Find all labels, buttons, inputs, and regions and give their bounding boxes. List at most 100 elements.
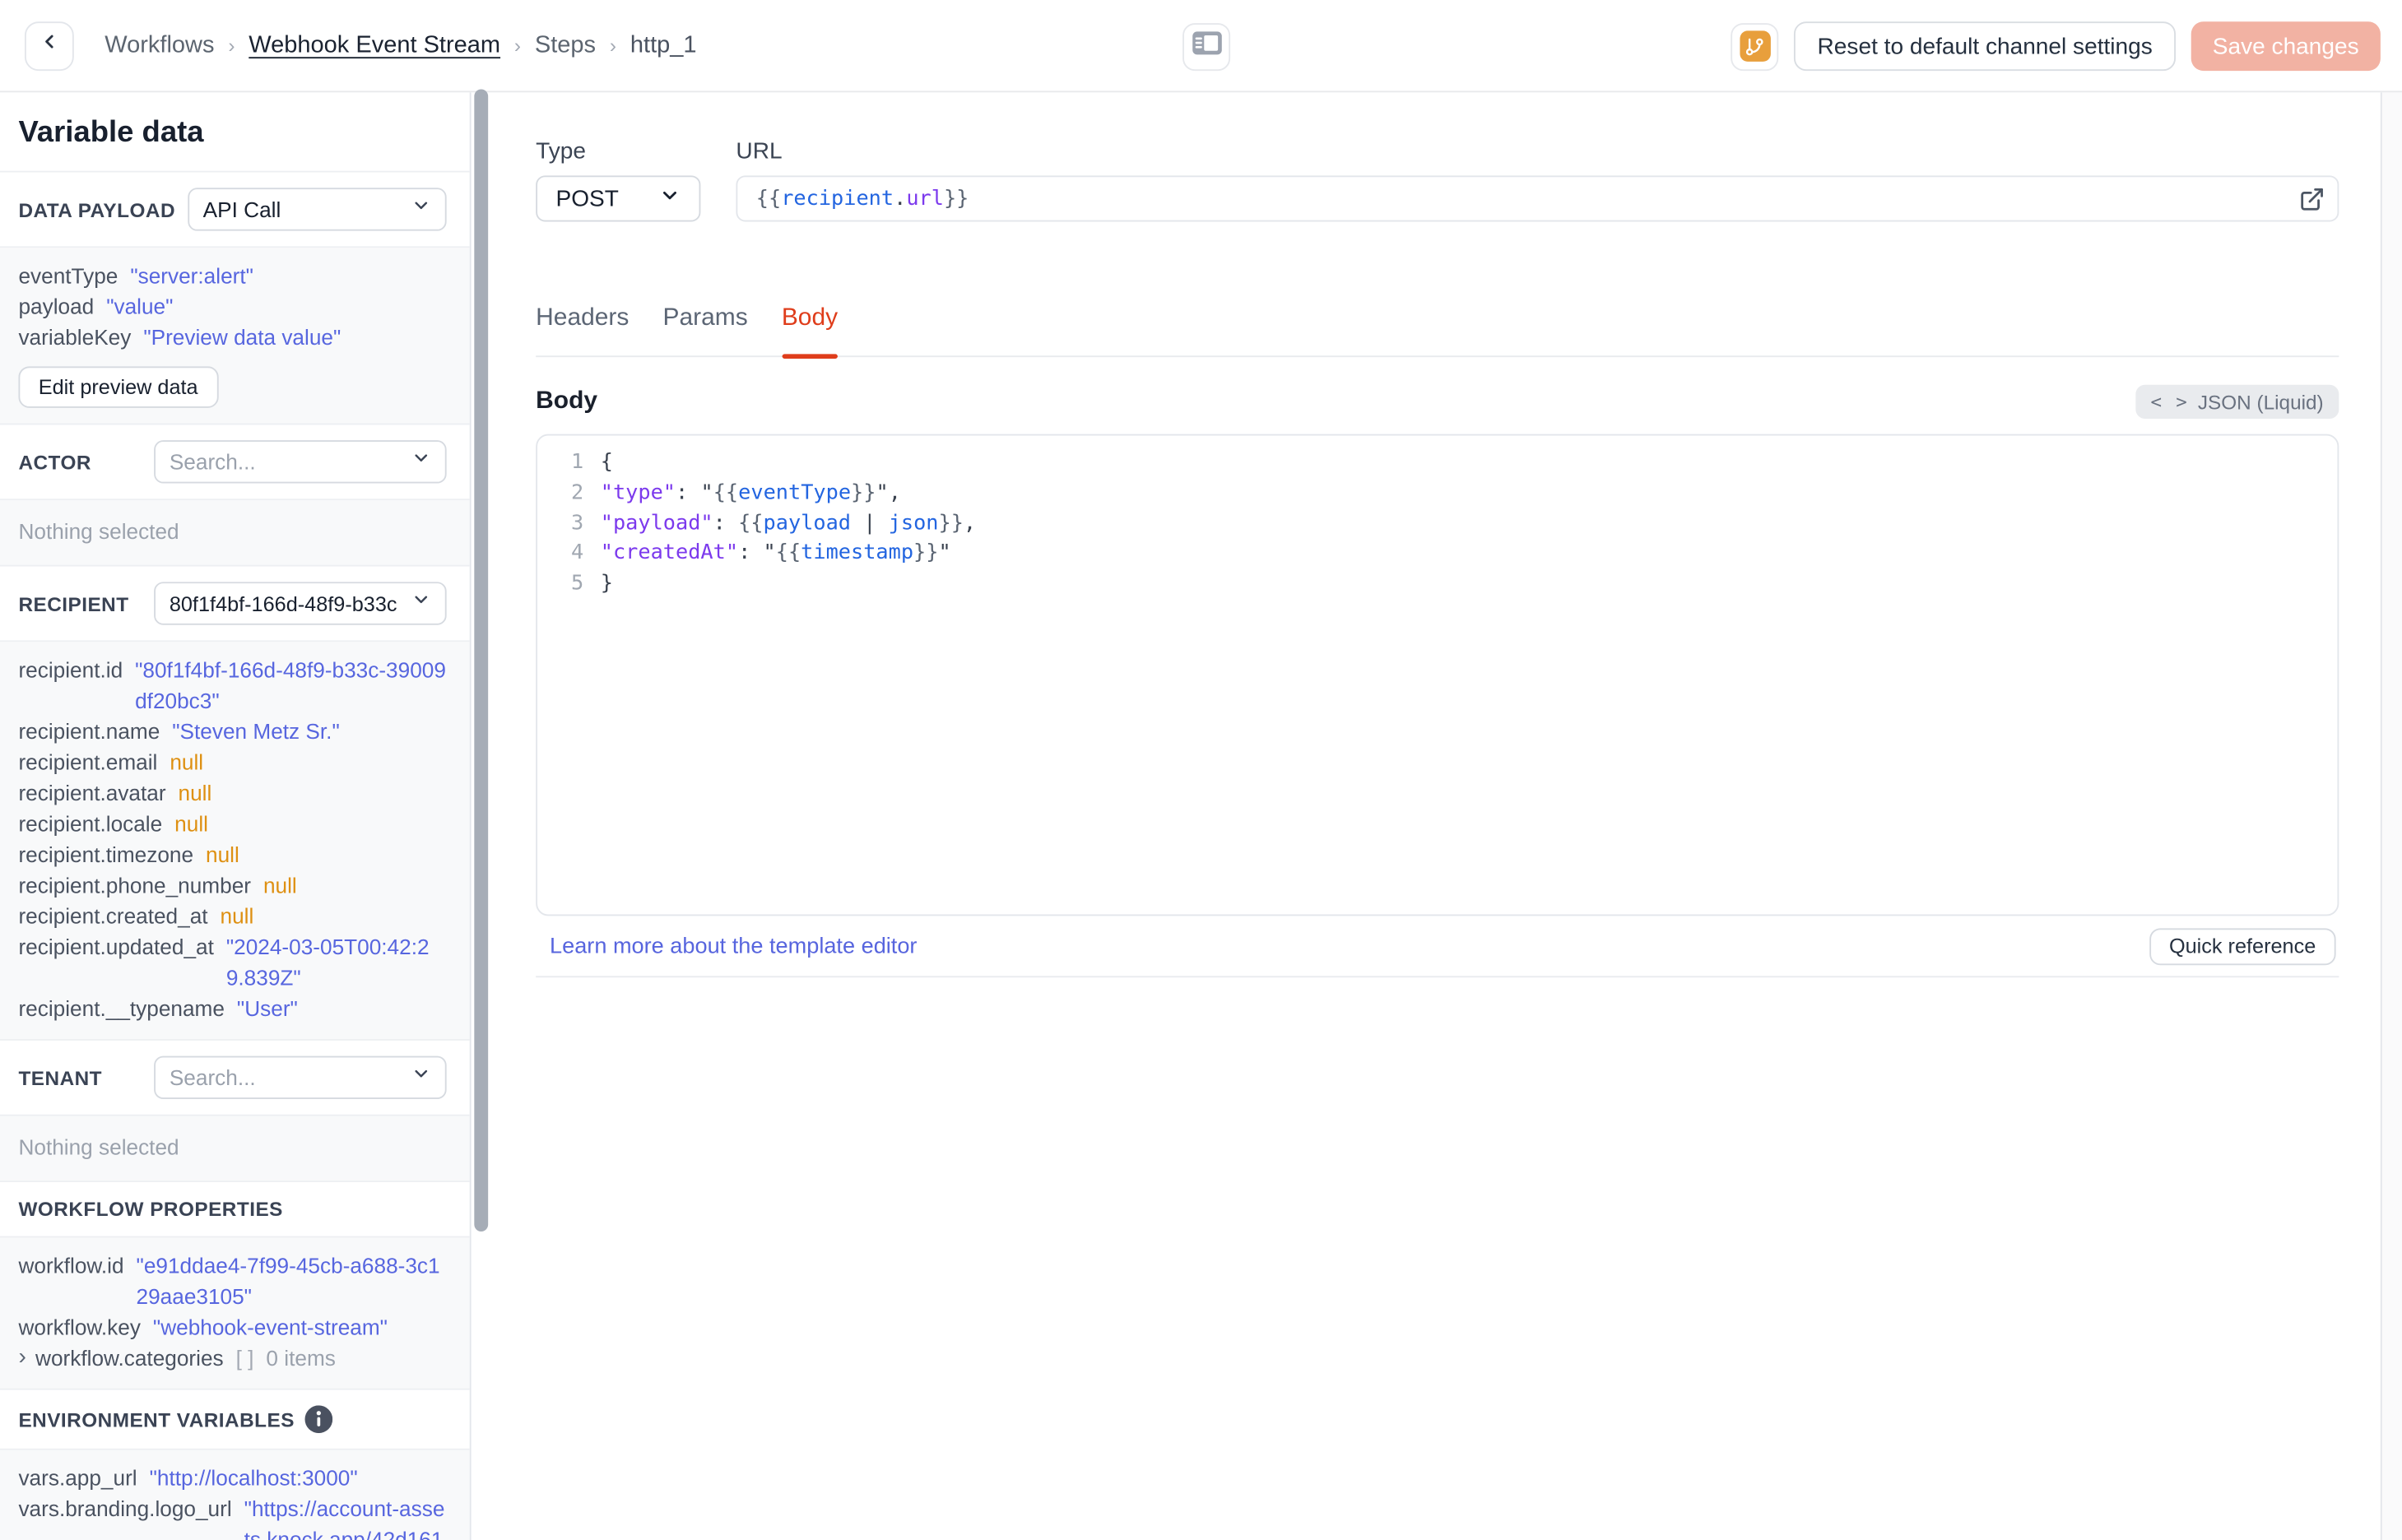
body-section-title: Body bbox=[536, 387, 598, 415]
field-row: eventType "server:alert" bbox=[18, 260, 446, 290]
url-input[interactable]: {{recipient.url}} bbox=[736, 175, 2339, 222]
line-number: 3 bbox=[570, 510, 584, 536]
template-editor-docs-link[interactable]: Learn more about the template editor bbox=[550, 934, 917, 958]
field-row: vars.app_url "http://localhost:3000" bbox=[18, 1463, 446, 1493]
body-code-editor[interactable]: 1{2 "type": "{{eventType}}", 3 "payload": {… bbox=[536, 434, 2339, 916]
breadcrumb-steps[interactable]: Steps bbox=[535, 31, 596, 59]
actor-search-placeholder: Search... bbox=[169, 449, 256, 475]
sidebar-title: Variable data bbox=[0, 92, 470, 173]
tenant-label: TENANT bbox=[18, 1065, 103, 1089]
field-value: [ ] bbox=[235, 1345, 254, 1371]
field-value: "webhook-event-stream" bbox=[152, 1315, 388, 1339]
breadcrumb-separator: › bbox=[228, 34, 235, 58]
recipient-row: RECIPIENT 80f1f4bf-166d-48f9-b33c bbox=[0, 566, 470, 642]
data-payload-row: DATA PAYLOAD API Call bbox=[0, 172, 470, 248]
breadcrumb-workflow-name[interactable]: Webhook Event Stream bbox=[249, 31, 500, 59]
data-payload-value: API Call bbox=[202, 197, 281, 222]
field-row: vars.branding.logo_url "https://account-a… bbox=[18, 1493, 446, 1540]
language-badge[interactable]: < > JSON (Liquid) bbox=[2135, 384, 2339, 419]
field-key: payload bbox=[18, 294, 95, 319]
tab-params[interactable]: Params bbox=[663, 304, 748, 355]
language-badge-label: JSON (Liquid) bbox=[2197, 390, 2324, 414]
field-key: workflow.id bbox=[18, 1253, 124, 1278]
field-value: null bbox=[170, 749, 204, 775]
request-config-row: Type POST URL {{recipient.url}} bbox=[536, 138, 2339, 222]
field-value: "80f1f4bf-166d-48f9-b33c-39009df20bc3" bbox=[135, 657, 446, 713]
url-token: url bbox=[906, 186, 944, 211]
recipient-value: 80f1f4bf-166d-48f9-b33c bbox=[169, 591, 397, 615]
field-row: recipient.name "Steven Metz Sr." bbox=[18, 716, 446, 746]
main-panel: Type POST URL {{recipient.url}} Headers … bbox=[472, 92, 2380, 1540]
actor-label: ACTOR bbox=[18, 450, 91, 474]
field-row: recipient.created_at null bbox=[18, 901, 446, 931]
field-value: null bbox=[263, 872, 297, 898]
commit-diff-button[interactable] bbox=[1731, 22, 1779, 71]
edit-preview-data-button[interactable]: Edit preview data bbox=[18, 366, 218, 408]
code-line: 5} bbox=[537, 570, 2337, 601]
url-token: }} bbox=[943, 186, 969, 211]
field-value: "2024-03-05T00:42:29.839Z" bbox=[225, 934, 430, 990]
field-key: variableKey bbox=[18, 324, 132, 350]
field-key: recipient.id bbox=[18, 657, 123, 682]
code-text: "type": "{{eventType}}", bbox=[600, 480, 901, 505]
sidebar-toggle-button[interactable] bbox=[1182, 23, 1231, 72]
data-payload-select[interactable]: API Call bbox=[187, 188, 447, 231]
back-button[interactable] bbox=[24, 21, 74, 71]
breadcrumb-step-name: http_1 bbox=[630, 31, 697, 58]
code-line: 3 "payload": {{payload | json}}, bbox=[537, 509, 2337, 540]
external-link-icon[interactable] bbox=[2299, 186, 2325, 218]
sidebar-scrollbar[interactable] bbox=[474, 89, 489, 1232]
field-value: "server:alert" bbox=[130, 262, 253, 288]
field-value: null bbox=[178, 780, 212, 805]
reset-channel-settings-button[interactable]: Reset to default channel settings bbox=[1794, 21, 2176, 72]
type-label: Type bbox=[536, 138, 587, 165]
actor-select[interactable]: Search... bbox=[154, 440, 447, 484]
environment-variables-label: ENVIRONMENT VARIABLES bbox=[18, 1408, 295, 1431]
workflow-fields-section: workflow.id "e91ddae4-7f99-45cb-a688-3c12… bbox=[0, 1237, 470, 1390]
field-value: "Preview data value" bbox=[143, 324, 341, 350]
chevron-right-icon[interactable]: › bbox=[18, 1343, 26, 1372]
field-key: recipient.updated_at bbox=[18, 934, 214, 959]
quick-reference-button[interactable]: Quick reference bbox=[2149, 927, 2336, 965]
field-key: eventType bbox=[18, 262, 118, 288]
tenant-select[interactable]: Search... bbox=[154, 1055, 447, 1100]
top-bar: Workflows › Webhook Event Stream › Steps… bbox=[0, 0, 2402, 93]
info-icon[interactable] bbox=[305, 1405, 333, 1434]
tab-headers[interactable]: Headers bbox=[536, 304, 629, 355]
field-value: null bbox=[206, 842, 239, 867]
field-key: vars.app_url bbox=[18, 1465, 137, 1491]
field-row: recipient.updated_at "2024-03-05T00:42:29… bbox=[18, 931, 446, 993]
breadcrumb: Workflows › Webhook Event Stream › Steps… bbox=[105, 31, 696, 59]
field-value: null bbox=[174, 811, 208, 837]
method-value: POST bbox=[555, 185, 619, 212]
app-window: Workflows › Webhook Event Stream › Steps… bbox=[0, 0, 2402, 1540]
field-key: workflow.categories bbox=[35, 1345, 224, 1371]
main-scrollbar-gutter[interactable] bbox=[2379, 92, 2402, 1540]
tab-body[interactable]: Body bbox=[781, 304, 839, 359]
line-number: 5 bbox=[570, 571, 584, 596]
tenant-search-placeholder: Search... bbox=[169, 1065, 256, 1090]
field-value: "value" bbox=[106, 294, 174, 319]
actor-empty-section: Nothing selected bbox=[0, 500, 470, 567]
url-token: . bbox=[894, 186, 907, 211]
field-row: variableKey "Preview data value" bbox=[18, 322, 446, 352]
method-select[interactable]: POST bbox=[536, 175, 701, 222]
workflow-properties-heading: WORKFLOW PROPERTIES bbox=[0, 1182, 470, 1238]
url-token: recipient bbox=[781, 186, 894, 211]
tenant-empty-section: Nothing selected bbox=[0, 1116, 470, 1183]
breadcrumb-separator: › bbox=[513, 34, 522, 58]
breadcrumb-workflows[interactable]: Workflows bbox=[105, 31, 214, 59]
recipient-fields-section: recipient.id "80f1f4bf-166d-48f9-b33c-390… bbox=[0, 642, 470, 1041]
request-tabs: Headers Params Body bbox=[536, 304, 2339, 359]
save-changes-button[interactable]: Save changes bbox=[2191, 21, 2381, 72]
variable-data-sidebar: Variable data DATA PAYLOAD API Call even… bbox=[0, 92, 472, 1540]
field-value: null bbox=[220, 903, 254, 929]
recipient-select[interactable]: 80f1f4bf-166d-48f9-b33c bbox=[154, 582, 447, 625]
recipient-label: RECIPIENT bbox=[18, 591, 129, 615]
chevron-down-icon bbox=[411, 590, 431, 618]
actor-empty-text: Nothing selected bbox=[18, 518, 179, 544]
tenant-empty-text: Nothing selected bbox=[18, 1134, 179, 1160]
field-value: "http://localhost:3000" bbox=[149, 1465, 358, 1491]
chevron-down-icon bbox=[411, 1064, 431, 1092]
line-number: 1 bbox=[570, 449, 584, 475]
